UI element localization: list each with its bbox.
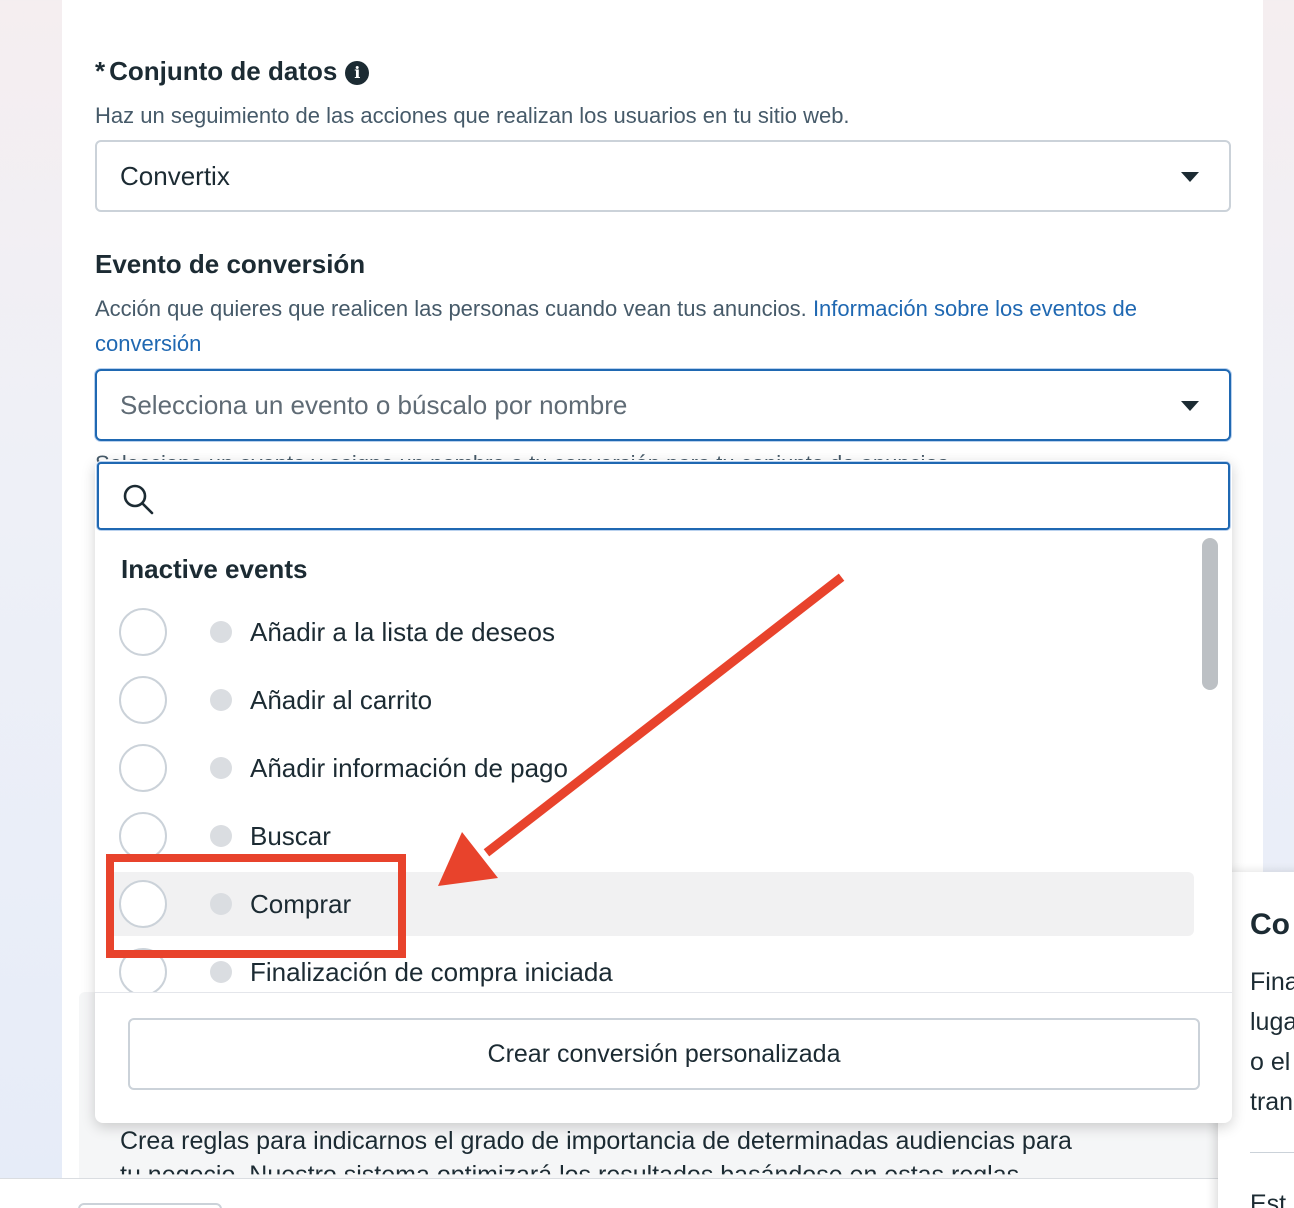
highlight-box [106, 854, 406, 958]
annotation-arrow-head [438, 832, 498, 886]
annotation-overlay [106, 573, 845, 958]
annotation-arrow-shaft [483, 573, 845, 857]
